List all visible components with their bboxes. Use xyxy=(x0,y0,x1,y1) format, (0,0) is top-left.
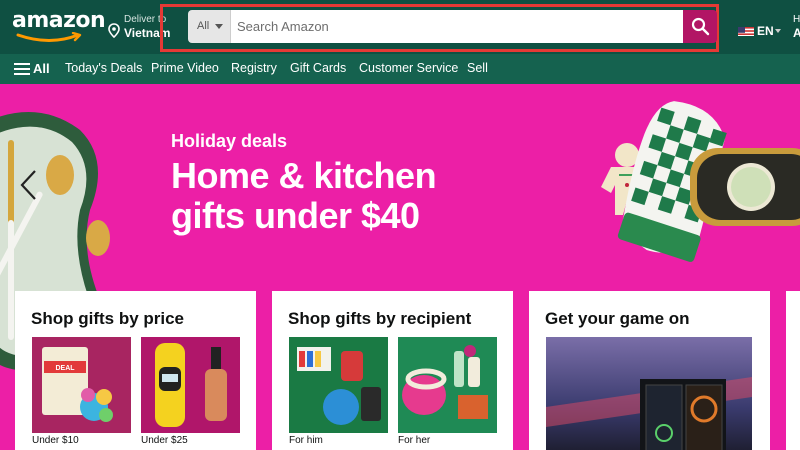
top-header: amazon Deliver to Vietnam All Search Ama… xyxy=(0,0,800,54)
hamburger-menu-icon xyxy=(14,63,30,75)
tile-caption[interactable]: For her xyxy=(398,435,430,446)
us-flag-icon xyxy=(738,25,754,36)
logo-wordmark: amazon xyxy=(12,8,106,33)
tile-image-gaming-pc[interactable] xyxy=(546,337,752,450)
tile-image-under-25[interactable] xyxy=(141,337,240,433)
search-icon xyxy=(691,17,710,36)
location-pin-icon xyxy=(108,23,120,38)
account-greeting-partial[interactable]: H xyxy=(793,14,800,25)
search-category-label: All xyxy=(197,20,210,32)
tile-caption[interactable]: For him xyxy=(289,435,323,446)
amazon-logo[interactable]: amazon xyxy=(12,8,106,48)
card-title: Shop gifts by recipient xyxy=(288,309,472,328)
hero-tag: Holiday deals xyxy=(171,131,288,151)
card-get-your-game-on[interactable]: Get your game on xyxy=(529,291,770,450)
tile-image-under-10[interactable]: DEAL xyxy=(32,337,131,433)
nav-item-registry[interactable]: Registry xyxy=(231,61,277,75)
account-lists-partial[interactable]: A xyxy=(793,26,800,40)
nav-item-todays-deals[interactable]: Today's Deals xyxy=(65,61,142,75)
card-title: Get your game on xyxy=(545,309,690,328)
caret-down-icon xyxy=(775,29,781,33)
svg-text:DEAL: DEAL xyxy=(55,365,75,372)
chevron-left-icon[interactable] xyxy=(17,168,41,202)
oven-mitt-and-tray-image xyxy=(601,101,800,262)
nav-item-prime-video[interactable]: Prime Video xyxy=(151,61,219,75)
search-input[interactable] xyxy=(231,10,683,43)
card-title: Shop gifts by price xyxy=(31,309,185,328)
smile-arrow-icon xyxy=(16,32,82,42)
nav-item-gift-cards[interactable]: Gift Cards xyxy=(290,61,346,75)
card-gifts-by-price[interactable]: Shop gifts by price DEAL Under $10 Under… xyxy=(15,291,256,450)
nav-all-label: All xyxy=(33,61,50,76)
nav-item-customer-service[interactable]: Customer Service xyxy=(359,61,458,75)
tile-caption[interactable]: Under $25 xyxy=(141,435,188,446)
hero-title: Home & kitchen gifts under $40 xyxy=(171,155,437,236)
tile-image-for-her[interactable] xyxy=(398,337,497,433)
search-button[interactable] xyxy=(683,10,717,43)
card-gifts-by-recipient[interactable]: Shop gifts by recipient For him For her xyxy=(272,291,513,450)
card-partial-edge xyxy=(786,291,800,450)
tile-image-for-him[interactable] xyxy=(289,337,388,433)
nav-bar: All Today's Deals Prime Video Registry G… xyxy=(0,54,800,84)
language-label: EN xyxy=(757,24,774,38)
search-category-dropdown[interactable]: All xyxy=(188,10,231,43)
tile-caption[interactable]: Under $10 xyxy=(32,435,79,446)
nav-item-sell[interactable]: Sell xyxy=(467,61,488,75)
caret-down-icon xyxy=(215,24,223,29)
